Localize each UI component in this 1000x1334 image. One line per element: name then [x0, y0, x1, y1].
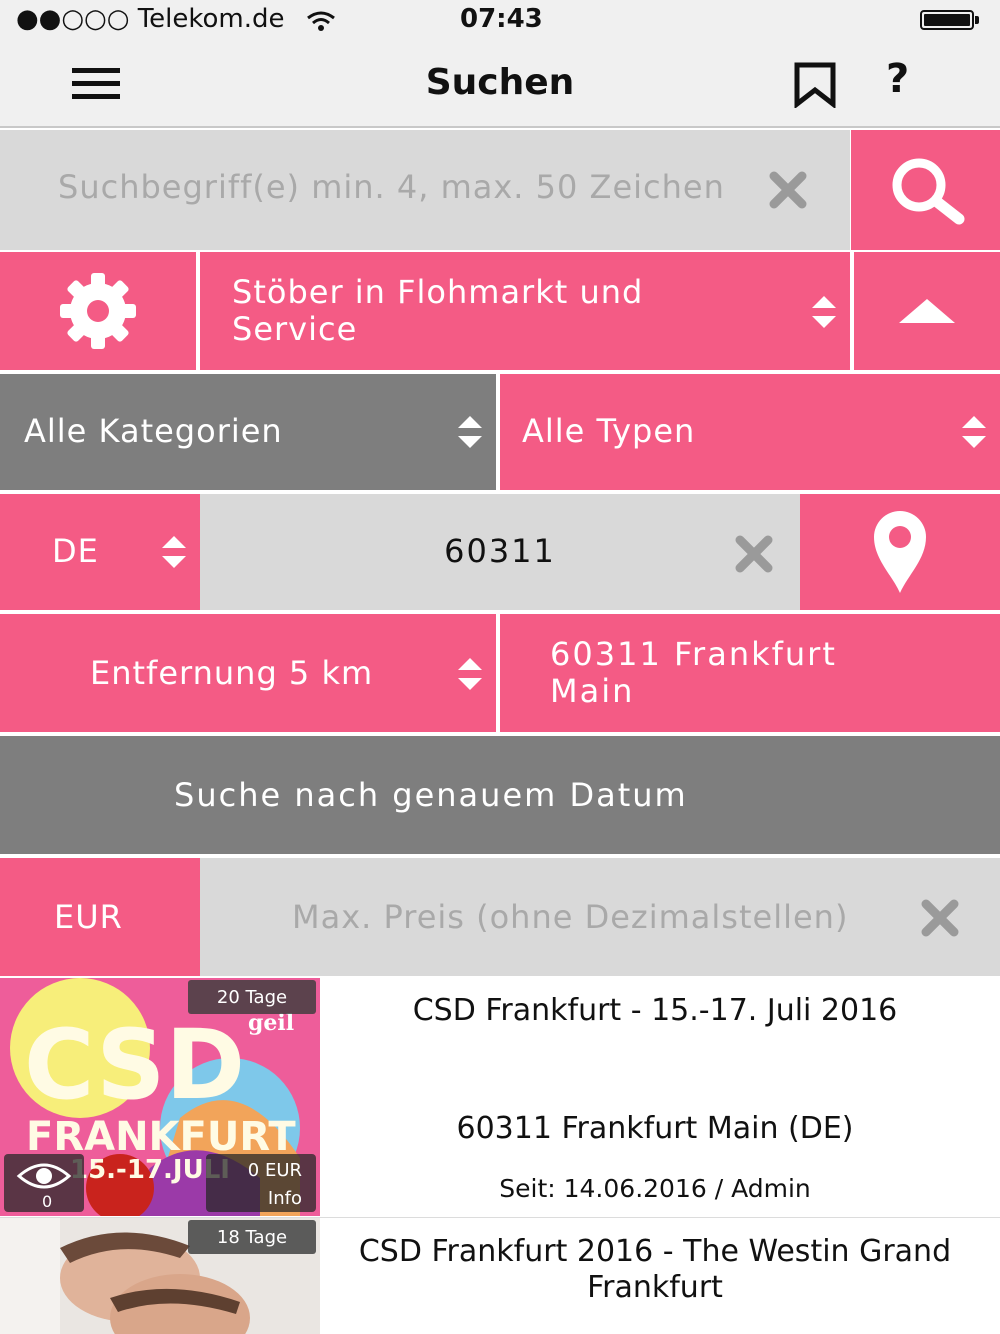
search-button[interactable] [851, 130, 1000, 250]
listing-title: CSD Frankfurt - 15.-17. Juli 2016 [412, 993, 898, 1028]
category-label: Alle Kategorien [24, 412, 283, 450]
browse-label: Stöber in Flohmarkt und Service [232, 273, 644, 348]
country-select[interactable]: DE [0, 494, 200, 610]
search-input[interactable]: Suchbegriff(e) min. 4, max. 50 Zeichen [0, 130, 850, 250]
select-arrows-icon [812, 296, 836, 328]
help-icon[interactable]: ? [886, 56, 909, 102]
select-arrows-icon [162, 536, 186, 568]
locate-button[interactable] [800, 494, 1000, 610]
clear-zip-icon[interactable] [732, 532, 776, 576]
days-badge: 20 Tage [188, 980, 316, 1014]
clock: 07:43 [460, 4, 543, 34]
listing-title: CSD Frankfurt 2016 - The Westin Grand Fr… [358, 1234, 952, 1305]
clear-price-icon[interactable] [918, 896, 962, 940]
views-count: 0 [42, 1192, 53, 1211]
days-badge: 18 Tage [188, 1220, 316, 1254]
location-pin-icon [874, 511, 926, 593]
search-icon [892, 158, 964, 225]
list-item[interactable]: CSD FRANKFURT 15.-17.JULI geil 20 Tage 0… [0, 978, 1000, 1218]
listing-thumbnail[interactable]: 18 Tage [0, 1218, 320, 1334]
select-arrows-icon [458, 416, 482, 448]
price-info-badge: 0 EUR Info [206, 1154, 316, 1212]
chevron-up-icon [899, 299, 955, 323]
place-label: 60311 Frankfurt Main [550, 635, 837, 710]
country-label: DE [52, 532, 99, 570]
poster-title: CSD [24, 1009, 245, 1121]
zip-input[interactable]: 60311 [200, 494, 800, 610]
browse-select[interactable]: Stöber in Flohmarkt und Service [200, 252, 850, 370]
price-placeholder: Max. Preis (ohne Dezimalstellen) [292, 898, 849, 936]
select-arrows-icon [962, 416, 986, 448]
listing-info: Info [267, 1188, 302, 1209]
select-arrows-icon [458, 658, 482, 690]
settings-button[interactable] [0, 252, 196, 370]
place-display: 60311 Frankfurt Main [500, 614, 1000, 732]
gear-icon [60, 273, 136, 349]
listing-location: 60311 Frankfurt Main (DE) [456, 1111, 854, 1146]
category-select[interactable]: Alle Kategorien [0, 374, 496, 490]
search-placeholder: Suchbegriff(e) min. 4, max. 50 Zeichen [58, 168, 725, 206]
wifi-icon [307, 11, 335, 31]
type-select[interactable]: Alle Typen [500, 374, 1000, 490]
listing-price: 0 EUR [247, 1160, 302, 1181]
eye-icon [16, 1163, 72, 1189]
page-title: Suchen [425, 62, 575, 103]
nav-header: Suchen ? [0, 42, 1000, 128]
zip-value: 60311 [444, 532, 556, 570]
price-input[interactable]: Max. Preis (ohne Dezimalstellen) [200, 858, 1000, 976]
currency-select[interactable]: EUR [0, 858, 200, 976]
exact-date-label: Suche nach genauem Datum [174, 776, 688, 814]
exact-date-button[interactable]: Suche nach genauem Datum [0, 736, 1000, 854]
collapse-button[interactable] [854, 252, 1000, 370]
currency-label: EUR [54, 898, 123, 936]
views-badge: 0 [4, 1154, 84, 1212]
distance-select[interactable]: Entfernung 5 km [0, 614, 496, 732]
list-item[interactable]: 18 Tage CSD Frankfurt 2016 - The Westin … [0, 1218, 1000, 1334]
bookmark-icon[interactable] [794, 62, 836, 108]
status-bar: ●●○○○ Telekom.de 07:43 [0, 0, 1000, 42]
distance-label: Entfernung 5 km [90, 654, 374, 692]
clear-search-icon[interactable] [766, 168, 810, 212]
type-label: Alle Typen [522, 412, 696, 450]
carrier-label: ●●○○○ Telekom.de [16, 4, 285, 34]
battery-icon [920, 10, 980, 32]
listing-thumbnail[interactable]: CSD FRANKFURT 15.-17.JULI geil 20 Tage 0… [0, 978, 320, 1216]
listing-meta: Seit: 14.06.2016 / Admin [499, 1174, 811, 1203]
